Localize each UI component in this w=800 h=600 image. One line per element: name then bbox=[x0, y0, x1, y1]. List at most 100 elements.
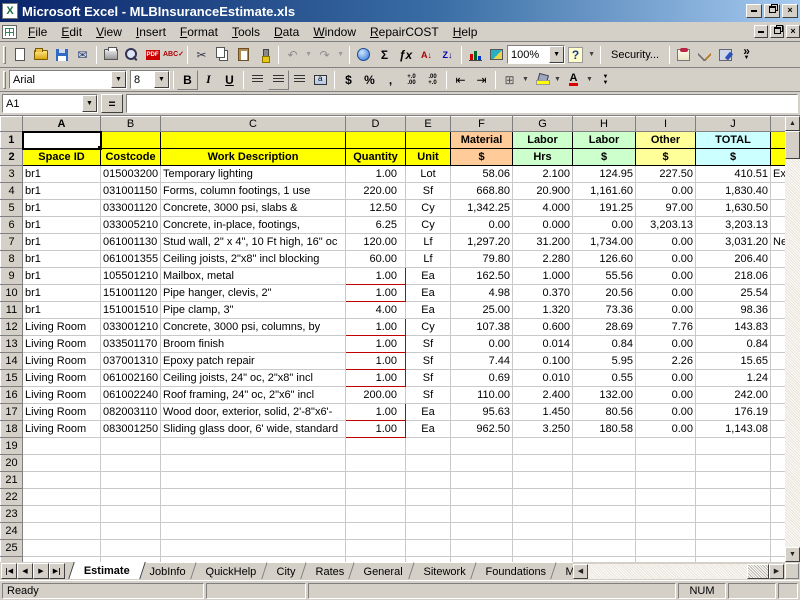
cell-D6[interactable]: 6.25 bbox=[346, 217, 406, 234]
row-header-6[interactable]: 6 bbox=[1, 217, 23, 234]
cell-G1-labor[interactable]: Labor bbox=[513, 132, 573, 149]
cell-E13[interactable]: Sf bbox=[406, 336, 451, 353]
menu-data[interactable]: Data bbox=[267, 23, 306, 41]
cell-empty[interactable] bbox=[771, 489, 786, 506]
cell-empty[interactable] bbox=[161, 438, 346, 455]
row-header-24[interactable]: 24 bbox=[1, 523, 23, 540]
cell-I17[interactable]: 0.00 bbox=[636, 404, 696, 421]
cell-F11[interactable]: 25.00 bbox=[451, 302, 513, 319]
column-header-I[interactable]: I bbox=[636, 117, 696, 132]
increase-indent-button[interactable]: ⇥ bbox=[471, 70, 492, 90]
zoom-dropdown-icon[interactable]: ▼ bbox=[549, 46, 564, 63]
borders-button[interactable]: ⊞ bbox=[499, 70, 520, 90]
cell-empty[interactable] bbox=[513, 438, 573, 455]
cell-G4[interactable]: 20.900 bbox=[513, 183, 573, 200]
design-mode-button[interactable] bbox=[715, 45, 736, 65]
vertical-scroll-thumb[interactable] bbox=[785, 131, 800, 159]
row-header-23[interactable]: 23 bbox=[1, 506, 23, 523]
horizontal-scrollbar[interactable]: ◀ ▶ bbox=[573, 562, 784, 580]
cell-C13[interactable]: Broom finish bbox=[161, 336, 346, 353]
row-header-1[interactable]: 1 bbox=[1, 132, 23, 149]
column-header-A[interactable]: A bbox=[23, 117, 101, 132]
cell-B18[interactable]: 083001250 bbox=[101, 421, 161, 438]
properties-button[interactable] bbox=[673, 45, 694, 65]
currency-button[interactable]: $ bbox=[338, 70, 359, 90]
cell-B16[interactable]: 061002240 bbox=[101, 387, 161, 404]
row-header-14[interactable]: 14 bbox=[1, 353, 23, 370]
cell-empty[interactable] bbox=[696, 472, 771, 489]
function-wizard-button[interactable]: ƒx bbox=[395, 45, 416, 65]
cell-I12[interactable]: 7.76 bbox=[636, 319, 696, 336]
cell-I11[interactable]: 0.00 bbox=[636, 302, 696, 319]
cell-K15[interactable] bbox=[771, 370, 786, 387]
cell-D1[interactable] bbox=[346, 132, 406, 149]
formula-input[interactable] bbox=[126, 94, 798, 113]
cell-K2[interactable] bbox=[771, 149, 786, 166]
cell-I6[interactable]: 3,203.13 bbox=[636, 217, 696, 234]
cell-J15[interactable]: 1.24 bbox=[696, 370, 771, 387]
cell-H13[interactable]: 0.84 bbox=[573, 336, 636, 353]
scroll-up-button[interactable]: ▲ bbox=[785, 116, 800, 131]
cell-K4[interactable] bbox=[771, 183, 786, 200]
cell-K6[interactable] bbox=[771, 217, 786, 234]
cell-K7[interactable]: Ne bbox=[771, 234, 786, 251]
cell-E18[interactable]: Ea bbox=[406, 421, 451, 438]
cell-J13[interactable]: 0.84 bbox=[696, 336, 771, 353]
cell-H3[interactable]: 124.95 bbox=[573, 166, 636, 183]
cell-J9[interactable]: 218.06 bbox=[696, 268, 771, 285]
cell-G3[interactable]: 2.100 bbox=[513, 166, 573, 183]
cell-empty[interactable] bbox=[23, 438, 101, 455]
cell-C8[interactable]: Ceiling joists, 2"x8" incl blocking bbox=[161, 251, 346, 268]
cell-B1[interactable] bbox=[101, 132, 161, 149]
cell-F16[interactable]: 110.00 bbox=[451, 387, 513, 404]
cell-empty[interactable] bbox=[23, 506, 101, 523]
cell-empty[interactable] bbox=[513, 506, 573, 523]
previous-sheet-button[interactable]: ◀ bbox=[17, 563, 33, 579]
cell-I16[interactable]: 0.00 bbox=[636, 387, 696, 404]
print-button[interactable] bbox=[100, 45, 121, 65]
cell-empty[interactable] bbox=[101, 489, 161, 506]
header-cell-work-description[interactable]: Work Description bbox=[161, 149, 346, 166]
cell-K17[interactable] bbox=[771, 404, 786, 421]
close-button[interactable]: × bbox=[782, 4, 798, 18]
comma-button[interactable]: , bbox=[380, 70, 401, 90]
cell-F7[interactable]: 1,297.20 bbox=[451, 234, 513, 251]
cell-F15[interactable]: 0.69 bbox=[451, 370, 513, 387]
column-header-B[interactable]: B bbox=[101, 117, 161, 132]
help-dropdown[interactable]: ▼ bbox=[586, 45, 597, 65]
cell-F6[interactable]: 0.00 bbox=[451, 217, 513, 234]
cell-empty[interactable] bbox=[696, 540, 771, 557]
toolbox-button[interactable] bbox=[694, 45, 715, 65]
cell-D10[interactable]: 1.00 bbox=[346, 285, 406, 302]
cell-empty[interactable] bbox=[636, 438, 696, 455]
cell-I13[interactable]: 0.00 bbox=[636, 336, 696, 353]
row-header-21[interactable]: 21 bbox=[1, 472, 23, 489]
sheet-tab-foundations[interactable]: Foundations bbox=[470, 562, 562, 579]
cell-J5[interactable]: 1,630.50 bbox=[696, 200, 771, 217]
cell-empty[interactable] bbox=[406, 523, 451, 540]
toolbar-grip[interactable] bbox=[3, 46, 6, 64]
merge-center-button[interactable] bbox=[310, 70, 331, 90]
cell-E4[interactable]: Sf bbox=[406, 183, 451, 200]
cell-empty[interactable] bbox=[101, 455, 161, 472]
cell-B10[interactable]: 151001120 bbox=[101, 285, 161, 302]
cell-empty[interactable] bbox=[636, 506, 696, 523]
cell-B7[interactable]: 061001130 bbox=[101, 234, 161, 251]
cell-A8[interactable]: br1 bbox=[23, 251, 101, 268]
cell-E3[interactable]: Lot bbox=[406, 166, 451, 183]
cell-J10[interactable]: 25.54 bbox=[696, 285, 771, 302]
fill-color-button[interactable] bbox=[531, 70, 552, 90]
cell-empty[interactable] bbox=[406, 506, 451, 523]
row-header-10[interactable]: 10 bbox=[1, 285, 23, 302]
cell-G17[interactable]: 1.450 bbox=[513, 404, 573, 421]
cell-B6[interactable]: 033005210 bbox=[101, 217, 161, 234]
redo-dropdown[interactable]: ▼ bbox=[335, 45, 346, 65]
cell-D4[interactable]: 220.00 bbox=[346, 183, 406, 200]
cell-H7[interactable]: 1,734.00 bbox=[573, 234, 636, 251]
cell-E6[interactable]: Cy bbox=[406, 217, 451, 234]
header-cell-other-unit[interactable]: $ bbox=[636, 149, 696, 166]
cell-F5[interactable]: 1,342.25 bbox=[451, 200, 513, 217]
cell-A10[interactable]: br1 bbox=[23, 285, 101, 302]
vertical-scrollbar[interactable]: ▲ ▼ bbox=[785, 116, 800, 562]
cell-empty[interactable] bbox=[23, 523, 101, 540]
